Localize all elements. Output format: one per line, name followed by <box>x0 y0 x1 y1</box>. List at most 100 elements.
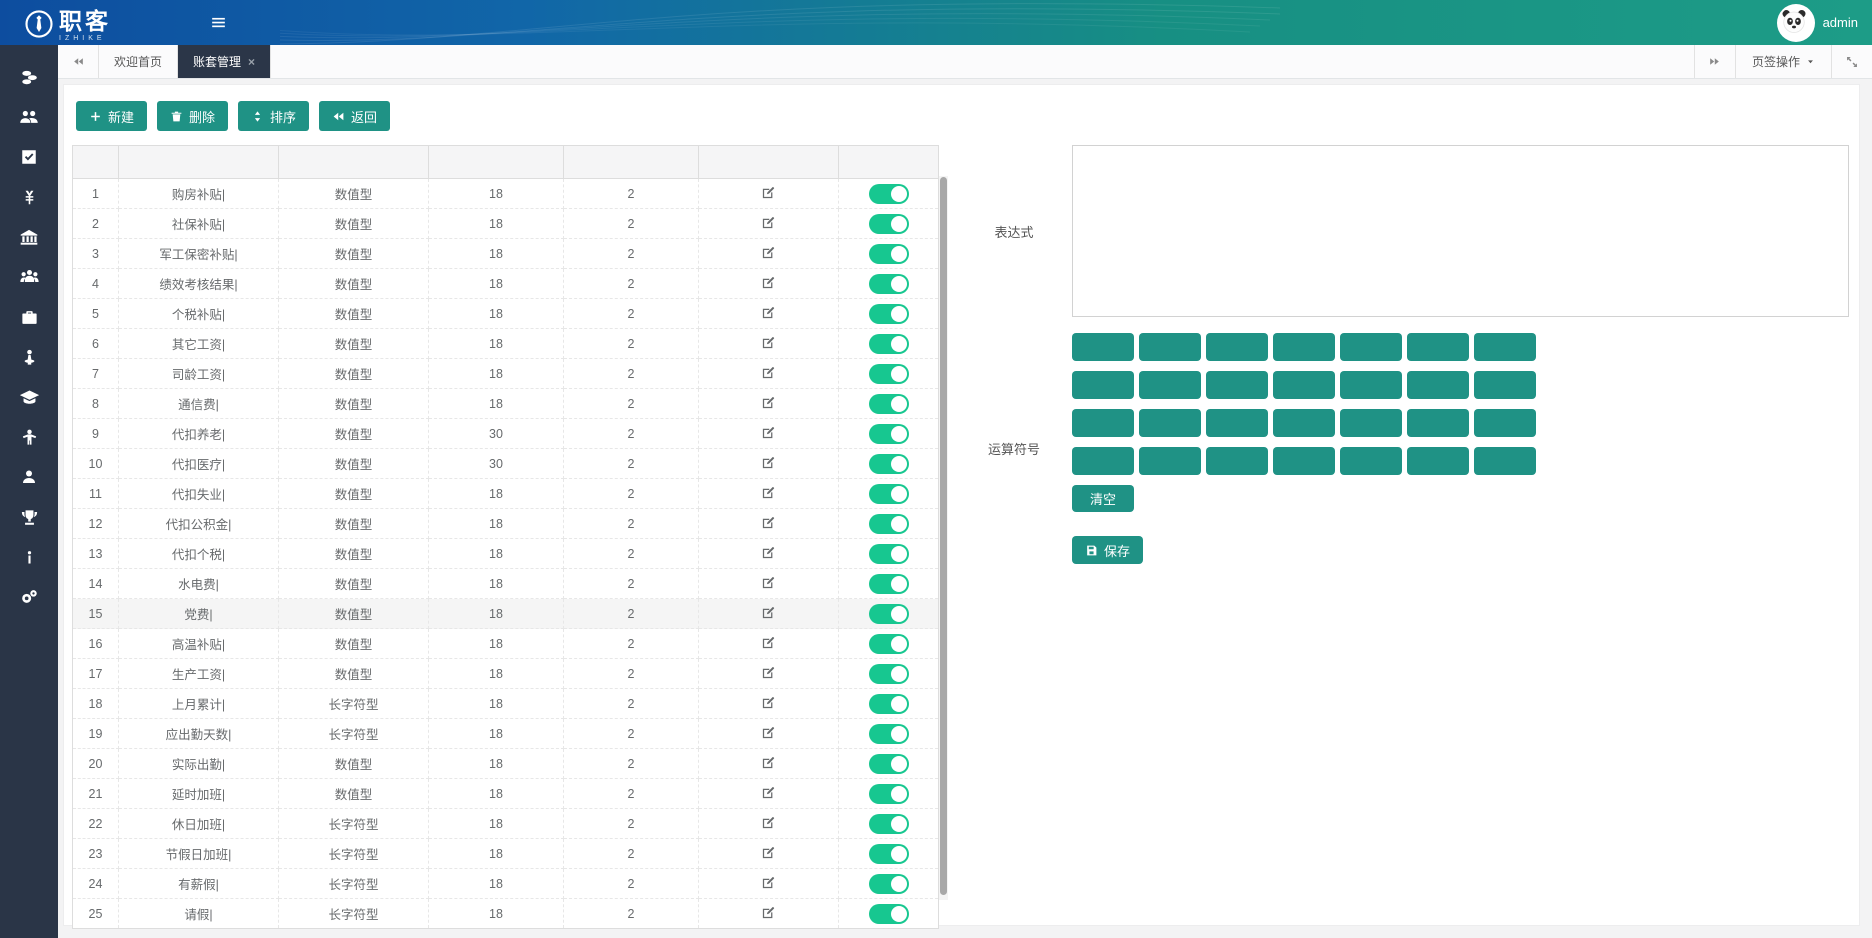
key-if[interactable] <box>1273 447 1335 475</box>
edit-icon[interactable] <box>761 215 776 230</box>
edit-icon[interactable] <box>761 845 776 860</box>
edit-icon[interactable] <box>761 695 776 710</box>
share-toggle[interactable] <box>869 514 909 534</box>
share-toggle[interactable] <box>869 784 909 804</box>
key--[interactable] <box>1340 333 1402 361</box>
sidebar-item-gears[interactable] <box>0 577 58 617</box>
edit-icon[interactable] <box>761 545 776 560</box>
key-1[interactable] <box>1072 333 1134 361</box>
key-5[interactable] <box>1139 371 1201 399</box>
key-%[interactable] <box>1474 409 1536 437</box>
toolbar-button-new[interactable]: 新建 <box>76 101 147 131</box>
table-row[interactable]: 6 其它工资| 数值型 18 2 <box>73 329 939 359</box>
table-row[interactable]: 18 上月累计| 长字符型 18 2 <box>73 689 939 719</box>
sidebar-item-bank[interactable] <box>0 217 58 257</box>
sidebar-item-user[interactable] <box>0 457 58 497</box>
sidebar-item-yuan[interactable] <box>0 177 58 217</box>
key-9[interactable] <box>1206 409 1268 437</box>
table-row[interactable]: 8 通信费| 数值型 18 2 <box>73 389 939 419</box>
edit-icon[interactable] <box>761 485 776 500</box>
table-row[interactable]: 23 节假日加班| 长字符型 18 2 <box>73 839 939 869</box>
share-toggle[interactable] <box>869 754 909 774</box>
edit-icon[interactable] <box>761 575 776 590</box>
key-8[interactable] <box>1139 409 1201 437</box>
tabs-scroll-right-button[interactable] <box>1694 45 1735 78</box>
key->=[interactable] <box>1407 371 1469 399</box>
edit-icon[interactable] <box>761 425 776 440</box>
edit-icon[interactable] <box>761 455 776 470</box>
key-4[interactable] <box>1072 371 1134 399</box>
sidebar-item-info[interactable] <box>0 537 58 577</box>
table-row[interactable]: 2 社保补贴| 数值型 18 2 <box>73 209 939 239</box>
sidebar-item-briefcase[interactable] <box>0 297 58 337</box>
sidebar-item-trophy[interactable] <box>0 497 58 537</box>
share-toggle[interactable] <box>869 244 909 264</box>
edit-icon[interactable] <box>761 395 776 410</box>
edit-icon[interactable] <box>761 785 776 800</box>
toolbar-button-delete[interactable]: 删除 <box>157 101 228 131</box>
share-toggle[interactable] <box>869 214 909 234</box>
table-row[interactable]: 21 延时加班| 数值型 18 2 <box>73 779 939 809</box>
edit-icon[interactable] <box>761 875 776 890</box>
table-row[interactable]: 17 生产工资| 数值型 18 2 <box>73 659 939 689</box>
table-row[interactable]: 25 请假| 长字符型 18 2 <box>73 899 939 929</box>
toolbar-button-sort[interactable]: 排序 <box>238 101 309 131</box>
key-and[interactable] <box>1407 447 1469 475</box>
save-button[interactable]: 保存 <box>1072 536 1143 564</box>
table-row[interactable]: 19 应出勤天数| 长字符型 18 2 <box>73 719 939 749</box>
tab-欢迎首页[interactable]: 欢迎首页 <box>99 45 178 78</box>
key-.[interactable] <box>1139 447 1201 475</box>
table-row[interactable]: 5 个税补贴| 数值型 18 2 <box>73 299 939 329</box>
key-or[interactable] <box>1474 447 1536 475</box>
edit-icon[interactable] <box>761 365 776 380</box>
share-toggle[interactable] <box>869 874 909 894</box>
share-toggle[interactable] <box>869 664 909 684</box>
share-toggle[interactable] <box>869 424 909 444</box>
sidebar-item-coins[interactable] <box>0 57 58 97</box>
edit-icon[interactable] <box>761 515 776 530</box>
share-toggle[interactable] <box>869 394 909 414</box>
share-toggle[interactable] <box>869 484 909 504</box>
sidebar-item-team[interactable] <box>0 257 58 297</box>
edit-icon[interactable] <box>761 665 776 680</box>
sidebar-item-child[interactable] <box>0 417 58 457</box>
tab-operations-dropdown[interactable]: 页签操作 <box>1735 45 1831 78</box>
scrollbar-thumb[interactable] <box>940 177 947 895</box>
share-toggle[interactable] <box>869 694 909 714</box>
table-row[interactable]: 9 代扣养老| 数值型 30 2 <box>73 419 939 449</box>
tabs-scroll-left-button[interactable] <box>58 45 99 78</box>
table-row[interactable]: 24 有薪假| 长字符型 18 2 <box>73 869 939 899</box>
table-row[interactable]: 4 绩效考核结果| 数值型 18 2 <box>73 269 939 299</box>
table-row[interactable]: 11 代扣失业| 数值型 18 2 <box>73 479 939 509</box>
edit-icon[interactable] <box>761 815 776 830</box>
share-toggle[interactable] <box>869 604 909 624</box>
share-toggle[interactable] <box>869 904 909 924</box>
table-row[interactable]: 22 休日加班| 长字符型 18 2 <box>73 809 939 839</box>
sidebar-toggle-button[interactable] <box>198 0 238 45</box>
table-row[interactable]: 12 代扣公积金| 数值型 18 2 <box>73 509 939 539</box>
share-toggle[interactable] <box>869 844 909 864</box>
share-toggle[interactable] <box>869 274 909 294</box>
key-)[interactable] <box>1340 409 1402 437</box>
share-toggle[interactable] <box>869 574 909 594</box>
key-3[interactable] <box>1206 333 1268 361</box>
table-row[interactable]: 20 实际出勤| 数值型 18 2 <box>73 749 939 779</box>
key-←[interactable] <box>1206 447 1268 475</box>
table-row[interactable]: 13 代扣个税| 数值型 18 2 <box>73 539 939 569</box>
sidebar-item-graduation[interactable] <box>0 377 58 417</box>
edit-icon[interactable] <box>761 605 776 620</box>
key-==[interactable] <box>1407 409 1469 437</box>
key-/[interactable] <box>1474 333 1536 361</box>
key-0[interactable] <box>1072 447 1134 475</box>
edit-icon[interactable] <box>761 725 776 740</box>
table-row[interactable]: 16 高温补贴| 数值型 18 2 <box>73 629 939 659</box>
share-toggle[interactable] <box>869 814 909 834</box>
table-row[interactable]: 3 军工保密补贴| 数值型 18 2 <box>73 239 939 269</box>
edit-icon[interactable] <box>761 305 776 320</box>
edit-icon[interactable] <box>761 335 776 350</box>
key-2[interactable] <box>1139 333 1201 361</box>
key-else[interactable] <box>1340 447 1402 475</box>
share-toggle[interactable] <box>869 544 909 564</box>
key-<=[interactable] <box>1474 371 1536 399</box>
share-toggle[interactable] <box>869 454 909 474</box>
